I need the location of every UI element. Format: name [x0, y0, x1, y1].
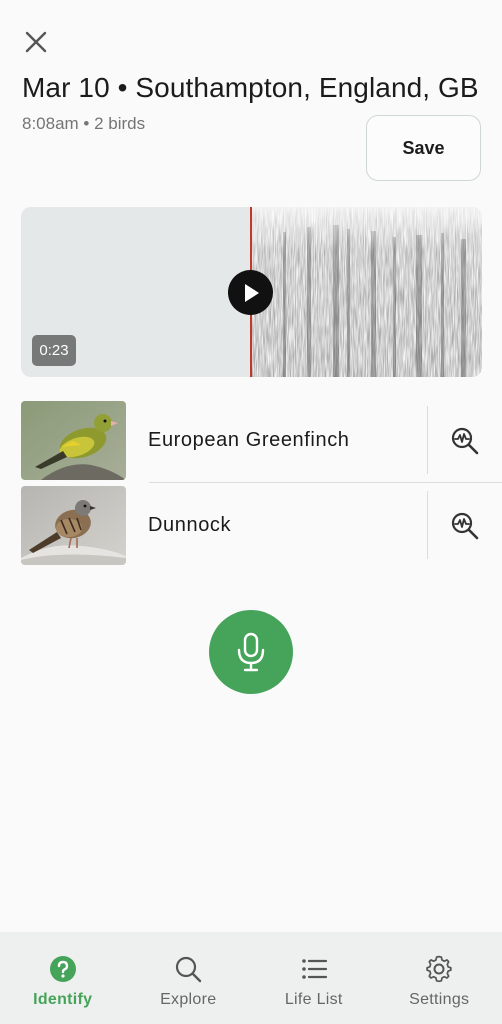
play-button[interactable]: [228, 270, 273, 315]
analyze-waveform-icon: [451, 427, 479, 455]
bottom-navigation: Identify Explore Life List Settings: [0, 932, 502, 1024]
nav-life-list[interactable]: Life List: [251, 932, 377, 1024]
nav-label: Explore: [160, 991, 217, 1008]
play-icon: [244, 283, 259, 302]
list-item-dunnock[interactable]: Dunnock: [0, 486, 502, 566]
search-icon: [173, 954, 203, 984]
page-title: Mar 10 • Southampton, England, GB: [22, 72, 479, 103]
bird-name: European Greenfinch: [148, 429, 350, 451]
save-button[interactable]: Save: [366, 115, 481, 181]
divider: [427, 406, 428, 474]
list-item-european-greenfinch[interactable]: European Greenfinch: [0, 401, 502, 481]
record-button[interactable]: [209, 610, 293, 694]
nav-identify[interactable]: Identify: [0, 932, 126, 1024]
identify-question-icon: [48, 954, 78, 984]
nav-settings[interactable]: Settings: [377, 932, 502, 1024]
duration-badge: 0:23: [32, 335, 76, 366]
close-button[interactable]: [18, 24, 54, 60]
nav-label: Settings: [409, 991, 470, 1008]
gear-icon: [424, 954, 454, 984]
recording-details: 8:08am • 2 birds: [22, 114, 146, 133]
dunnock-photo: [21, 486, 126, 565]
list-icon: [299, 954, 329, 984]
list-divider: [149, 482, 502, 483]
greenfinch-photo: [21, 401, 126, 480]
divider: [427, 491, 428, 559]
close-icon: [25, 31, 47, 53]
nav-label: Identify: [33, 991, 93, 1008]
nav-label: Life List: [284, 991, 343, 1008]
analyze-button[interactable]: [445, 421, 485, 461]
microphone-icon: [237, 632, 265, 672]
nav-explore[interactable]: Explore: [126, 932, 252, 1024]
analyze-button[interactable]: [445, 506, 485, 546]
analyze-waveform-icon: [451, 512, 479, 540]
spectrogram-player[interactable]: 0:23: [21, 207, 482, 377]
bird-name: Dunnock: [148, 514, 232, 536]
